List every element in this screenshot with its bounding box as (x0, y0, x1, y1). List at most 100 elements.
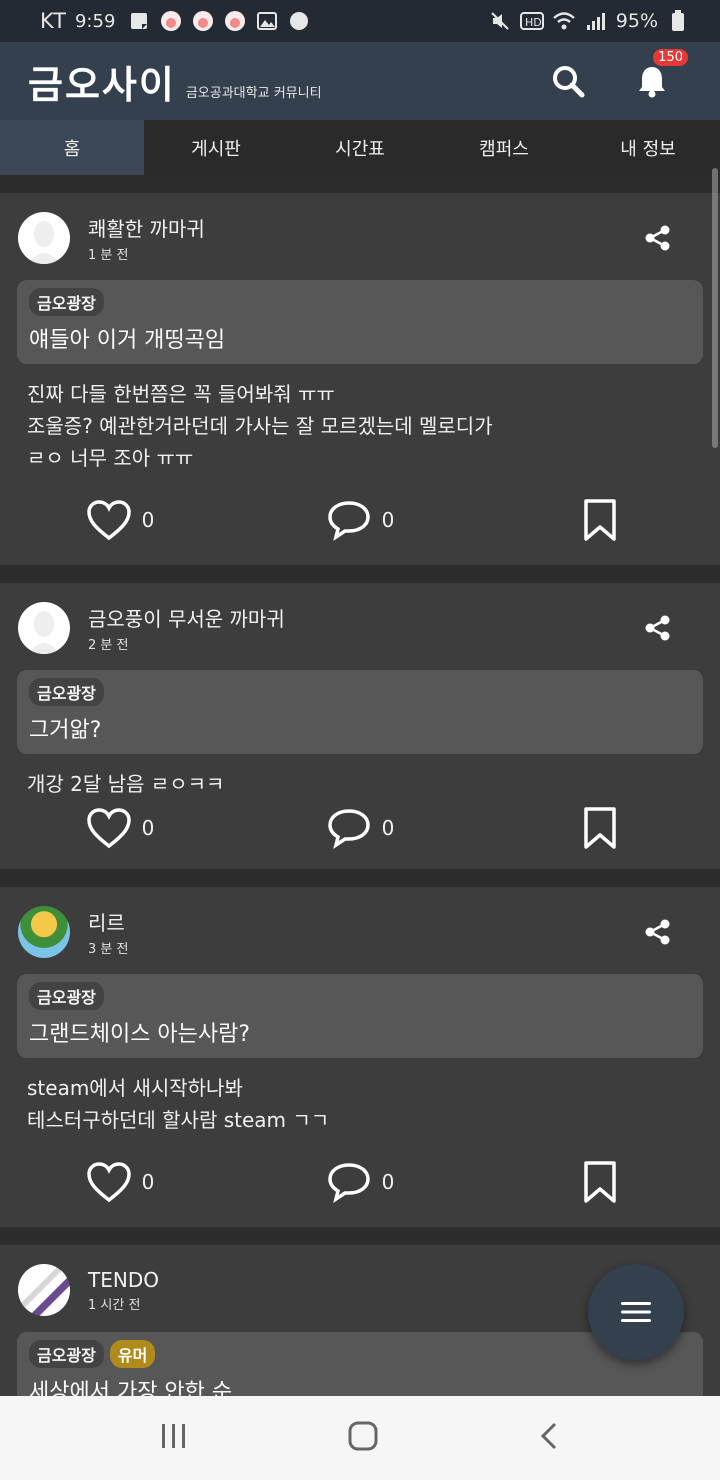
bell-icon (639, 67, 665, 98)
bookmark-icon (584, 1161, 616, 1203)
post-card[interactable]: 금오풍이 무서운 까마귀 2 분 전 금오광장 그거앎? 개강 2달 남음 ㄹㅇ… (0, 583, 720, 869)
system-nav-bar (0, 1396, 720, 1480)
post-title-box[interactable]: 금오광장 그거앎? (17, 670, 703, 754)
post-time: 1 시간 전 (88, 1297, 141, 1313)
share-icon (645, 615, 670, 641)
menu-fab[interactable] (588, 1264, 684, 1360)
post-time: 3 분 전 (88, 942, 129, 957)
search-icon (553, 66, 585, 98)
battery-icon (666, 9, 690, 33)
mute-icon (488, 9, 512, 33)
share-icon (645, 225, 670, 251)
svg-text:HD: HD (525, 16, 542, 29)
like-button[interactable]: 0 (0, 499, 240, 541)
tab-board[interactable]: 게시판 (144, 120, 288, 175)
app-notification-icon (159, 9, 183, 33)
hd-icon: HD (519, 9, 544, 33)
heart-icon (86, 500, 131, 541)
author-name[interactable]: 쾌활한 까마귀 (88, 213, 205, 242)
tab-bar: 홈 게시판 시간표 캠퍼스 내 정보 (0, 120, 720, 175)
home-icon (348, 1421, 378, 1451)
app-notification-icon (223, 9, 247, 33)
comment-icon (327, 809, 370, 849)
logo-subtitle: 금오공과대학교 커뮤니티 (185, 85, 322, 101)
like-button[interactable]: 0 (0, 807, 240, 849)
share-icon (645, 919, 670, 945)
comment-count: 0 (381, 816, 395, 840)
app-bar: 금오사이 금오공과대학교 커뮤니티 150 (0, 42, 720, 120)
bookmark-button[interactable] (480, 806, 720, 850)
post-title-box[interactable]: 금오광장 그랜드체이스 아는사람? (17, 974, 703, 1058)
share-button[interactable] (644, 918, 672, 946)
status-bar: KT 9:59 HD 95% (0, 0, 720, 42)
category-tag[interactable]: 금오광장 (29, 288, 104, 316)
back-button[interactable] (537, 1420, 561, 1456)
logo-text: 금오사이 (28, 62, 176, 107)
post-card[interactable]: 쾌활한 까마귀 1 분 전 금오광장 얘들아 이거 개띵곡임 진짜 다들 한번쯤… (0, 193, 720, 565)
post-time: 1 분 전 (88, 248, 129, 263)
tab-home[interactable]: 홈 (0, 120, 144, 175)
tab-campus[interactable]: 캠퍼스 (432, 120, 576, 175)
tab-timetable[interactable]: 시간표 (288, 120, 432, 175)
post-title: 그랜드체이스 아는사람? (29, 1022, 251, 1047)
notification-badge: 150 (653, 49, 688, 66)
comment-button[interactable]: 0 (240, 499, 480, 541)
signal-icon (584, 9, 608, 33)
humor-tag[interactable]: 유머 (109, 1340, 156, 1368)
heart-icon (86, 1162, 131, 1203)
avatar[interactable] (18, 602, 70, 654)
gallery-icon (255, 9, 279, 33)
avatar[interactable] (18, 1264, 70, 1316)
author-name[interactable]: TENDO (88, 1268, 159, 1292)
post-title: 그거앎? (29, 718, 102, 743)
post-title: 세상에서 가장 안한 순 (29, 1380, 233, 1396)
comment-button[interactable]: 0 (240, 1161, 480, 1203)
share-button[interactable] (644, 614, 672, 642)
post-title: 얘들아 이거 개띵곡임 (29, 328, 226, 353)
battery-percent: 95% (615, 10, 658, 32)
author-name[interactable]: 리르 (88, 907, 128, 936)
message-notification-icon (127, 9, 151, 33)
notifications-button[interactable]: 150 (632, 49, 688, 101)
category-tag[interactable]: 금오광장 (29, 678, 104, 706)
like-button[interactable]: 0 (0, 1161, 240, 1203)
post-body: steam에서 새시작하나봐 테스터구하던데 할사람 steam ㄱㄱ (27, 1076, 330, 1132)
carrier-label: KT (40, 9, 67, 33)
menu-icon (621, 1302, 651, 1322)
avatar[interactable] (18, 212, 70, 264)
category-tag[interactable]: 금오광장 (29, 982, 104, 1010)
share-button[interactable] (644, 224, 672, 252)
heart-icon (86, 808, 131, 849)
post-title-box[interactable]: 금오광장 얘들아 이거 개띵곡임 (17, 280, 703, 364)
search-button[interactable] (548, 61, 588, 101)
author-name[interactable]: 금오풍이 무서운 까마귀 (88, 603, 285, 632)
bookmark-icon (584, 807, 616, 849)
comment-icon (327, 1163, 370, 1203)
bookmark-button[interactable] (480, 498, 720, 542)
back-icon (540, 1422, 557, 1450)
wifi-icon (552, 9, 576, 33)
recent-apps-button[interactable] (159, 1422, 189, 1454)
avatar[interactable] (18, 906, 70, 958)
post-time: 2 분 전 (88, 638, 129, 653)
like-count: 0 (141, 1170, 155, 1194)
comment-button[interactable]: 0 (240, 807, 480, 849)
post-feed[interactable]: 쾌활한 까마귀 1 분 전 금오광장 얘들아 이거 개띵곡임 진짜 다들 한번쯤… (0, 175, 720, 1396)
comment-count: 0 (381, 508, 395, 532)
like-count: 0 (141, 508, 155, 532)
post-body: 진짜 다들 한번쯤은 꼭 들어봐줘 ㅠㅠ 조울증? 예관한거라던데 가사는 잘 … (27, 382, 493, 470)
bookmark-button[interactable] (480, 1160, 720, 1204)
like-count: 0 (141, 816, 155, 840)
app-logo[interactable]: 금오사이 금오공과대학교 커뮤니티 (28, 54, 322, 109)
home-button[interactable] (347, 1420, 379, 1456)
tab-my-info[interactable]: 내 정보 (576, 120, 720, 175)
post-card[interactable]: 리르 3 분 전 금오광장 그랜드체이스 아는사람? steam에서 새시작하나… (0, 887, 720, 1227)
bookmark-icon (584, 499, 616, 541)
recent-apps-icon (162, 1424, 185, 1448)
clock: 9:59 (74, 10, 116, 32)
cloud-icon (287, 9, 311, 33)
category-tag[interactable]: 금오광장 (29, 1340, 104, 1368)
scrollbar[interactable] (712, 168, 718, 448)
comment-count: 0 (381, 1170, 395, 1194)
comment-icon (327, 501, 370, 541)
